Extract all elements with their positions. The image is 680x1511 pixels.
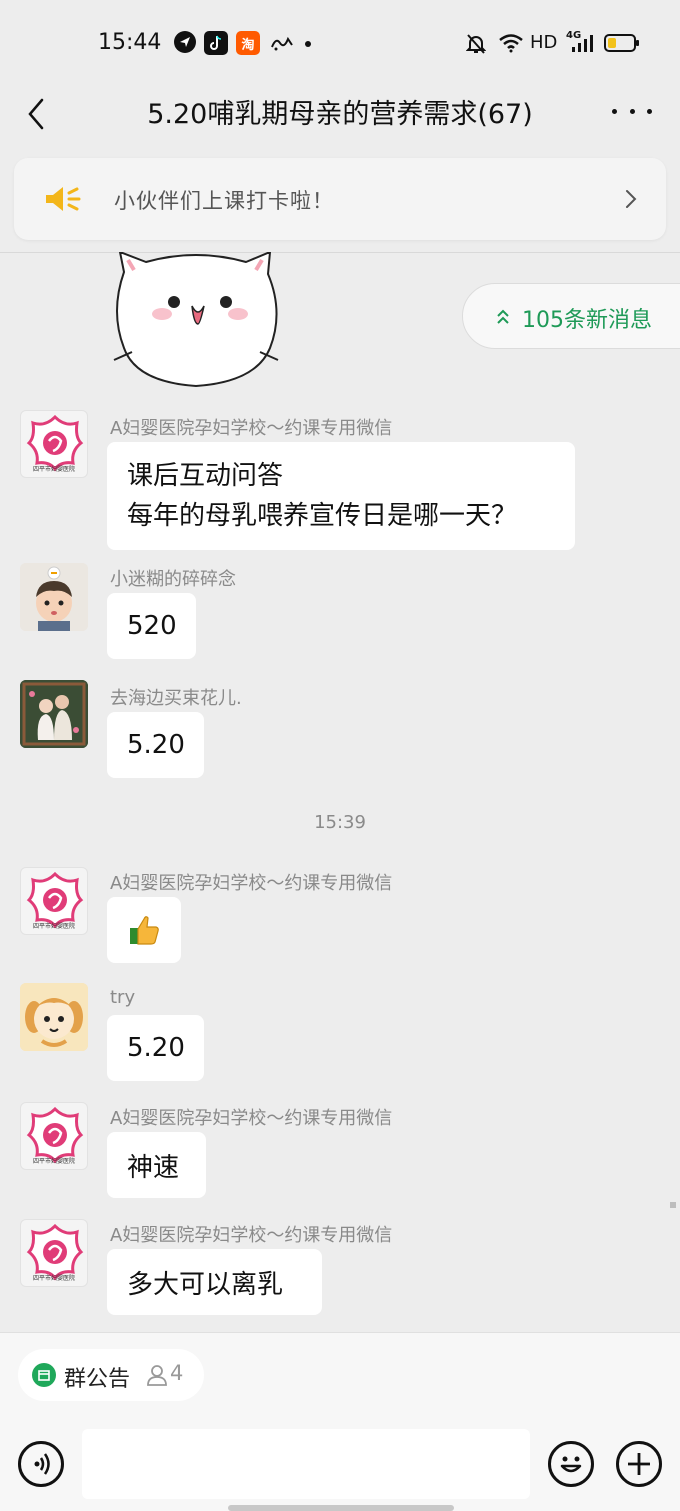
hospital-caption: 四平市妇婴医院 [32, 466, 75, 473]
double-chevron-up-icon [497, 309, 509, 324]
avatar-hospital[interactable]: 四平市妇婴医院 [20, 410, 88, 478]
avatar-hospital[interactable]: 四平市妇婴医院 [20, 867, 88, 935]
more-dot [647, 108, 652, 114]
app-icon [270, 31, 294, 55]
taobao-label: 淘 [241, 37, 255, 53]
status-time: 15:44 [98, 30, 162, 55]
new-messages-button[interactable]: 105条新消息 [462, 283, 680, 349]
sender-name: try [110, 987, 136, 1008]
tiktok-icon [204, 31, 228, 55]
hospital-caption: 四平市妇婴医院 [32, 1275, 75, 1282]
message-bubble[interactable]: 课后互动问答 每年的母乳喂养宣传日是哪一天？ [107, 442, 575, 550]
couple-photo-icon [20, 680, 88, 748]
message-bubble[interactable]: 5.20 [107, 1015, 204, 1081]
group-notice-banner[interactable]: 小伙伴们上课打卡啦！ [14, 158, 666, 240]
message-bubble[interactable]: 多大可以离乳 [107, 1249, 322, 1315]
battery-icon [604, 34, 639, 52]
message-input[interactable] [82, 1429, 530, 1499]
avatar-hospital[interactable]: 四平市妇婴医院 [20, 1219, 88, 1287]
thumbs-up-icon [130, 916, 159, 945]
plus-icon [628, 1453, 650, 1475]
notice-text: 小伙伴们上课打卡啦！ [114, 189, 334, 213]
member-count: 4 [170, 1361, 184, 1385]
more-dots-icon [612, 108, 617, 114]
plus-button[interactable] [616, 1441, 662, 1487]
more-dot [629, 108, 635, 114]
message-text: 5.20 [127, 1033, 185, 1063]
message-bubble[interactable]: 神速 [107, 1132, 206, 1198]
back-button[interactable] [22, 92, 52, 132]
emoji-icon [560, 1456, 582, 1473]
home-indicator[interactable] [228, 1505, 454, 1511]
group-announcement-button[interactable]: 群公告 4 [18, 1349, 204, 1401]
announcement-label: 群公告 [64, 1367, 131, 1392]
sender-name: A妇婴医院孕妇学校～约课专用微信 [110, 1225, 393, 1246]
message-text: 神速 [127, 1152, 180, 1183]
message-line: 每年的母乳喂养宣传日是哪一天？ [127, 501, 518, 531]
more-button[interactable] [612, 96, 652, 126]
signal-icon [570, 33, 596, 57]
baby-avatar-icon [20, 563, 88, 631]
new-messages-label: 105条新消息 [522, 308, 652, 333]
sender-name: 去海边买束花儿. [110, 688, 242, 709]
chevron-left-icon [28, 98, 44, 130]
message-bubble[interactable] [107, 897, 181, 963]
sender-name: A妇婴医院孕妇学校～约课专用微信 [110, 1108, 393, 1129]
avatar-hospital[interactable]: 四平市妇婴医院 [20, 1102, 88, 1170]
bottom-bar: 群公告 4 [0, 1332, 680, 1511]
hospital-caption: 四平市妇婴医院 [32, 923, 75, 930]
member-icon [147, 1365, 167, 1386]
wifi-icon [498, 33, 524, 57]
message-line: 课后互动问答 [127, 461, 284, 491]
avatar-user[interactable] [20, 680, 88, 748]
announcement-icon [32, 1363, 56, 1387]
sender-name: A妇婴医院孕妇学校～约课专用微信 [110, 418, 393, 439]
scrollbar[interactable] [670, 1202, 676, 1208]
avatar-user[interactable] [20, 983, 88, 1051]
voice-button[interactable] [18, 1441, 64, 1487]
time-separator: 15:39 [314, 812, 366, 833]
message-bubble[interactable]: 5.20 [107, 712, 204, 778]
taobao-icon: 淘 [236, 31, 260, 55]
avatar-user[interactable] [20, 563, 88, 631]
dog-cartoon-avatar-icon [20, 983, 88, 1051]
notification-dot [305, 41, 311, 47]
sender-name: 小迷糊的碎碎念 [110, 569, 236, 590]
network-label: HD [530, 32, 558, 53]
chevron-right-icon [626, 190, 637, 208]
chat-header: 5.20哺乳期母亲的营养需求(67) [0, 86, 680, 150]
battery-level [608, 38, 616, 48]
voice-icon [34, 1453, 50, 1475]
navigation-icon [174, 31, 196, 53]
status-bar: 15:44 淘 HD 4G [0, 0, 680, 86]
message-bubble[interactable]: 520 [107, 593, 196, 659]
speaker-icon [46, 187, 81, 211]
chat-title: 5.20哺乳期母亲的营养需求(67) [147, 99, 533, 130]
mute-bell-icon [465, 33, 487, 59]
message-text: 520 [127, 611, 177, 641]
emoji-button[interactable] [548, 1441, 594, 1487]
cat-sticker [113, 252, 279, 388]
message-text: 5.20 [127, 730, 185, 760]
sender-name: A妇婴医院孕妇学校～约课专用微信 [110, 873, 393, 894]
message-text: 多大可以离乳 [127, 1269, 284, 1300]
divider [0, 252, 680, 253]
hospital-caption: 四平市妇婴医院 [32, 1158, 75, 1165]
